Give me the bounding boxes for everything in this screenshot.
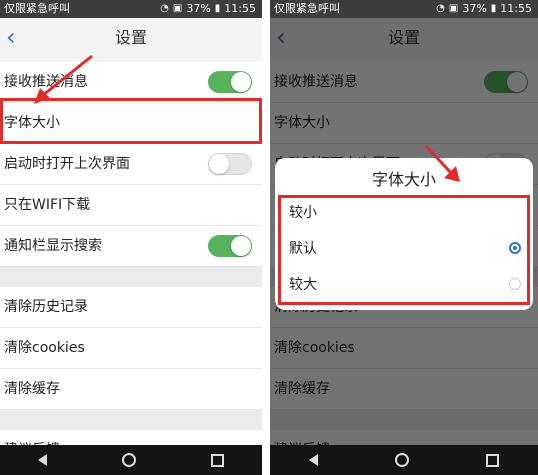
setting-label: 清除cookies [4, 340, 85, 356]
nav-home-icon[interactable] [121, 453, 136, 467]
carrier-text: 仅限紧急呼叫 [274, 2, 340, 15]
status-bar: 仅限紧急呼叫 ◔ ▣ 37% ▮ 11:55 [0, 0, 262, 18]
toggle-knob [231, 236, 251, 256]
section-divider [0, 410, 262, 430]
setting-row-clear-history[interactable]: 清除历史记录 [0, 287, 262, 328]
dialog-title: 字体大小 [371, 170, 436, 189]
push-toggle[interactable] [208, 71, 252, 93]
toggle-knob [209, 154, 229, 174]
battery-text: 37% [186, 2, 211, 15]
right-phone-screen: 仅限紧急呼叫 ◔ ▣ 37% ▮ 11:55 ‹ 设置 接收推送消息 字体大小 … [270, 0, 538, 475]
setting-label: 通知栏显示搜索 [4, 238, 102, 254]
nav-back-icon[interactable] [37, 454, 47, 466]
left-phone-screen: 仅限紧急呼叫 ◔ ▣ 37% ▮ 11:55 ‹ 设置 接收推送消息 字体大小 … [0, 0, 262, 475]
battery-text: 37% [462, 2, 487, 15]
setting-label: 清除历史记录 [4, 299, 88, 315]
divider [262, 0, 270, 475]
setting-row-restore[interactable]: 启动时打开上次界面 [0, 144, 262, 185]
restore-toggle[interactable] [208, 153, 252, 175]
sim-icon: ▣ [172, 3, 183, 14]
carrier-text: 仅限紧急呼叫 [4, 2, 70, 15]
arrow-icon [424, 144, 460, 182]
battery-icon: ▮ [214, 3, 221, 14]
section-divider [0, 267, 262, 287]
setting-label: 启动时打开上次界面 [4, 156, 130, 172]
arrow-icon [34, 54, 93, 104]
nav-recent-icon[interactable] [211, 453, 225, 467]
wifi-icon: ◔ [160, 3, 169, 14]
battery-icon: ▮ [490, 3, 497, 14]
toggle-knob [231, 72, 251, 92]
nav-recent-icon[interactable] [486, 453, 500, 467]
setting-row-clear-cookies[interactable]: 清除cookies [0, 328, 262, 369]
clock: 11:55 [500, 2, 532, 15]
status-bar: 仅限紧急呼叫 ◔ ▣ 37% ▮ 11:55 [270, 0, 538, 18]
sim-icon: ▣ [448, 3, 459, 14]
clock: 11:55 [224, 2, 256, 15]
nav-home-icon[interactable] [394, 453, 409, 467]
nav-bar [0, 445, 262, 475]
nav-back-icon[interactable] [308, 454, 318, 466]
wifi-icon: ◔ [436, 3, 445, 14]
highlight-box [278, 195, 530, 305]
notify-search-toggle[interactable] [208, 235, 252, 257]
setting-row-clear-cache[interactable]: 清除缓存 [0, 369, 262, 410]
nav-bar [270, 445, 538, 475]
setting-row-wifi[interactable]: 只在WIFI下载 [0, 185, 262, 226]
setting-label: 只在WIFI下载 [4, 197, 91, 213]
setting-label: 清除缓存 [4, 381, 60, 397]
setting-row-notify-search[interactable]: 通知栏显示搜索 [0, 226, 262, 267]
